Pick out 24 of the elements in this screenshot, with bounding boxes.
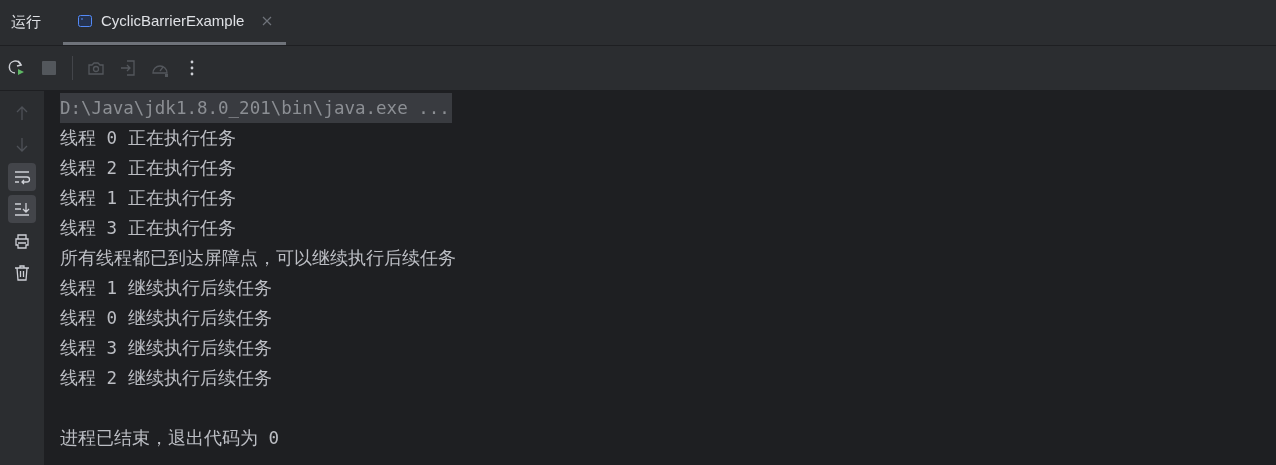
printer-icon	[13, 232, 31, 250]
stop-icon	[40, 59, 58, 77]
soft-wrap-icon	[13, 168, 31, 186]
more-icon	[190, 60, 194, 76]
console-output-line: 线程 3 正在执行任务	[60, 216, 236, 240]
trash-icon	[13, 264, 31, 282]
console-output-line: 线程 3 继续执行后续任务	[60, 336, 272, 360]
close-icon[interactable]	[262, 16, 273, 26]
console-output-line: 所有线程都已到达屏障点，可以继续执行后续任务	[60, 246, 456, 270]
soft-wrap-button[interactable]	[8, 163, 36, 191]
console-icon	[77, 13, 93, 29]
rerun-icon	[8, 59, 26, 77]
console-output-line: 线程 0 正在执行任务	[60, 126, 236, 150]
console-output-line: 线程 0 继续执行后续任务	[60, 306, 272, 330]
console-output-line: 线程 2 正在执行任务	[60, 156, 236, 180]
console-output-line: 线程 1 正在执行任务	[60, 186, 236, 210]
console-output-line: 进程已结束，退出代码为 0	[60, 426, 280, 450]
camera-icon	[87, 59, 105, 77]
tool-window-title: 运行	[10, 12, 42, 33]
console-output-line: 线程 1 继续执行后续任务	[60, 276, 272, 300]
scroll-to-end-button[interactable]	[8, 195, 36, 223]
scroll-to-end-icon	[13, 200, 31, 218]
console-output-line: 线程 2 继续执行后续任务	[60, 366, 272, 390]
exit-icon	[119, 59, 137, 77]
